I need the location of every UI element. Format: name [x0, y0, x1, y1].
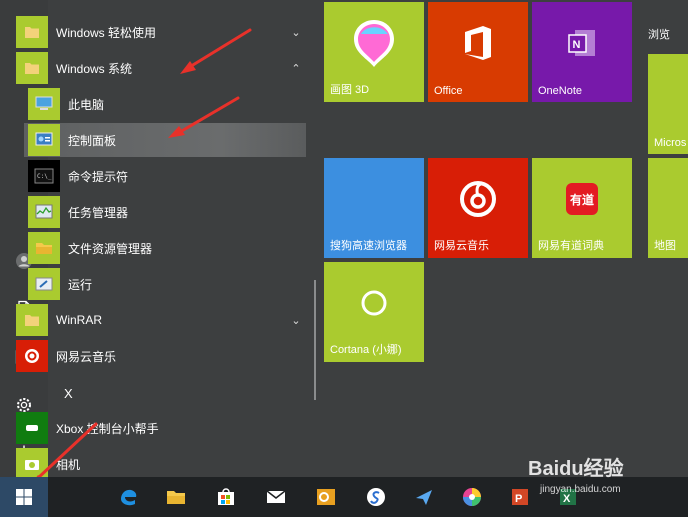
tile-microsoft[interactable]: Micros [648, 54, 688, 154]
tile-onenote[interactable]: N OneNote [532, 2, 632, 102]
tile-label: 搜狗高速浏览器 [330, 240, 407, 252]
folder-icon [16, 52, 48, 84]
app-item-file-explorer[interactable]: 文件资源管理器 [24, 231, 306, 265]
mail-icon [266, 490, 286, 503]
section-letter-x[interactable]: X [64, 386, 73, 401]
desktop: Windows 轻松使用 ⌄ Windows 系统 ⌃ 此电脑 控制面板 C:\… [0, 0, 688, 517]
app-list-scrollbar[interactable] [314, 280, 316, 400]
chevron-up-icon: ⌃ [291, 62, 301, 75]
tile-label: 网易有道词典 [538, 240, 604, 252]
cmd-icon: C:\_ [28, 160, 60, 192]
svg-text:N: N [573, 39, 581, 51]
task-manager-icon [28, 196, 60, 228]
tile-label: OneNote [538, 85, 583, 97]
file-explorer-icon [28, 232, 60, 264]
youdao-icon: 有道 [532, 158, 632, 240]
tile-sogou-browser[interactable]: 搜狗高速浏览器 [324, 158, 424, 258]
app-item-label: 网易云音乐 [56, 349, 117, 364]
app-item-label: WinRAR [56, 313, 103, 327]
start-button[interactable] [0, 477, 48, 517]
chevron-down-icon: ⌄ [291, 314, 301, 327]
app-item-label: 文件资源管理器 [68, 241, 153, 256]
netease-music-icon [428, 158, 528, 240]
taskbar-mail[interactable] [256, 477, 296, 517]
tile-label: Office [434, 85, 463, 97]
powerpoint-icon: P [512, 489, 528, 505]
app-item-run[interactable]: 运行 [24, 267, 306, 301]
tile-cortana[interactable]: Cortana (小娜) [324, 262, 424, 362]
folder-icon [16, 16, 48, 48]
app-item-label: 任务管理器 [68, 205, 129, 220]
tile-office[interactable]: Office [428, 2, 528, 102]
run-icon [28, 268, 60, 300]
svg-text:C:\_: C:\_ [37, 173, 52, 180]
computer-icon [28, 88, 60, 120]
file-explorer-icon [167, 491, 185, 504]
tile-netease-music[interactable]: 网易云音乐 [428, 158, 528, 258]
tile-maps[interactable]: 地图 [648, 158, 688, 258]
store-icon [218, 488, 234, 505]
folder-icon [16, 304, 48, 336]
taskbar-powerpoint[interactable]: P [500, 477, 540, 517]
tile-label: 网易云音乐 [434, 240, 489, 252]
app-item-netease-music[interactable]: 网易云音乐 [12, 339, 306, 373]
annotation-arrow [168, 96, 240, 138]
chevron-down-icon: ⌄ [291, 26, 301, 39]
taskbar-browser[interactable] [452, 477, 492, 517]
tile-label: 地图 [654, 240, 676, 252]
tile-label: Cortana (小娜) [330, 344, 402, 356]
outlook-icon [317, 489, 335, 505]
taskbar-excel[interactable]: X [548, 477, 588, 517]
taskbar-store[interactable] [206, 477, 246, 517]
start-icon [16, 489, 32, 505]
taskbar-edge[interactable] [108, 477, 148, 517]
taskbar-feishu[interactable] [404, 477, 444, 517]
tile-paint3d[interactable]: 画图 3D [324, 2, 424, 102]
taskbar: P X [0, 477, 688, 517]
svg-text:有道: 有道 [570, 192, 594, 207]
app-item-task-manager[interactable]: 任务管理器 [24, 195, 306, 229]
office-icon [428, 2, 528, 84]
taskbar-outlook[interactable] [306, 477, 346, 517]
onenote-icon: N [532, 2, 632, 84]
app-item-label: 运行 [68, 277, 93, 292]
feishu-icon [416, 490, 432, 505]
paint3d-icon [324, 2, 424, 84]
baidu-watermark: Baidu经验 [528, 458, 624, 480]
taskbar-sogou[interactable] [356, 477, 396, 517]
app-item-cmd[interactable]: C:\_ 命令提示符 [24, 159, 306, 193]
tile-label: Micros [654, 137, 687, 149]
control-panel-icon [28, 124, 60, 156]
cortana-icon [324, 262, 424, 344]
taskbar-file-explorer[interactable] [156, 477, 196, 517]
app-item-winrar[interactable]: WinRAR ⌄ [12, 303, 306, 337]
app-item-label: 命令提示符 [68, 169, 129, 184]
svg-text:P: P [515, 493, 522, 505]
sogou-icon [367, 488, 385, 506]
tile-youdao[interactable]: 有道 网易有道词典 [532, 158, 632, 258]
baidu-watermark-url: jingyan.baidu.com [540, 484, 621, 495]
annotation-arrow [180, 28, 252, 74]
netease-music-icon [16, 340, 48, 372]
edge-icon [121, 489, 137, 506]
tile-group-title[interactable]: 浏览 [648, 26, 670, 42]
browser-icon [463, 488, 481, 506]
tile-label: 画图 3D [330, 84, 370, 96]
